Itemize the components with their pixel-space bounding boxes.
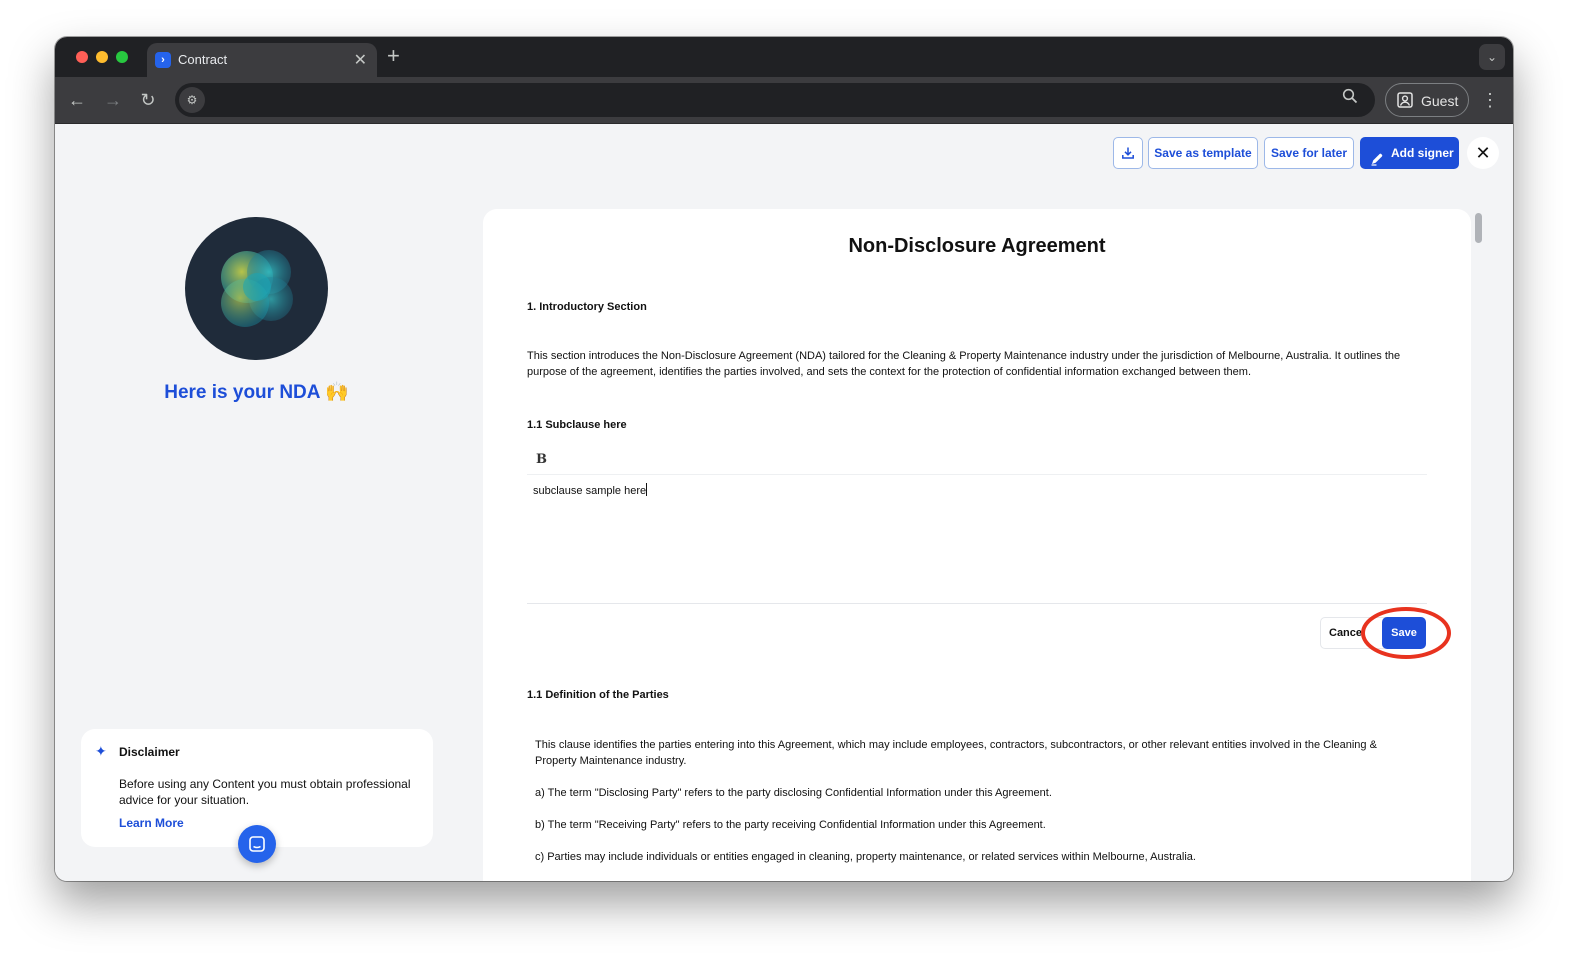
chat-icon — [249, 836, 265, 852]
tab-title: Contract — [178, 52, 228, 67]
browser-menu-icon[interactable]: ⋮ — [1481, 87, 1499, 113]
save-as-template-button[interactable]: Save as template — [1148, 137, 1258, 169]
tab-strip: › Contract ✕ + ⌄ — [55, 37, 1513, 77]
maximize-window-button[interactable] — [116, 51, 128, 63]
nda-heading: Here is your NDA 🙌 — [164, 382, 349, 403]
zoom-search-icon[interactable] — [1342, 88, 1358, 109]
learn-more-link[interactable]: Learn More — [119, 816, 184, 830]
document-scrollbar[interactable] — [1473, 209, 1485, 881]
close-tab-icon[interactable]: ✕ — [354, 50, 367, 70]
reload-button[interactable]: ↻ — [137, 89, 159, 111]
document-title: Non-Disclosure Agreement — [848, 235, 1106, 257]
close-icon[interactable]: ✕ — [1467, 137, 1499, 169]
tab-contract[interactable]: › Contract ✕ — [147, 43, 377, 77]
profile-button[interactable]: Guest — [1385, 83, 1469, 117]
save-highlight-annotation — [1361, 607, 1451, 659]
add-signer-button[interactable]: Add signer — [1360, 137, 1459, 169]
forward-button[interactable]: → — [102, 89, 124, 111]
editor-toolbar-divider — [527, 474, 1427, 475]
section-body-introductory: This section introduces the Non-Disclosu… — [527, 350, 1401, 378]
definition-item-a: a) The term "Disclosing Party" refers to… — [535, 787, 1052, 799]
download-button[interactable] — [1113, 137, 1143, 169]
text-cursor — [646, 483, 648, 496]
add-signer-label: Add signer — [1391, 146, 1454, 160]
editor-bottom-border — [527, 603, 1427, 604]
address-bar[interactable]: ⚙ — [175, 83, 1375, 117]
scrollbar-thumb[interactable] — [1475, 213, 1482, 243]
subclause-heading: 1.1 Subclause here — [527, 419, 627, 431]
new-tab-button[interactable]: + — [387, 44, 400, 68]
browser-window: › Contract ✕ + ⌄ ← → ↻ ⚙ Guest ⋮ Save as… — [55, 37, 1513, 881]
document-card: Non-Disclosure Agreement 1. Introductory… — [483, 209, 1471, 881]
web-page: Save as template Save for later Add sign… — [55, 124, 1513, 881]
ai-assistant-avatar — [185, 217, 328, 360]
bold-format-button[interactable]: B — [536, 452, 547, 467]
tab-search-button[interactable]: ⌄ — [1479, 44, 1505, 70]
definition-item-b: b) The term "Receiving Party" refers to … — [535, 819, 1046, 831]
download-icon — [1122, 147, 1134, 159]
definition-body: This clause identifies the parties enter… — [535, 739, 1377, 767]
chat-widget-button[interactable] — [238, 825, 276, 863]
disclaimer-body: Before using any Content you must obtain… — [119, 777, 411, 807]
profile-icon — [1396, 91, 1414, 112]
app-logo-icon: › — [155, 52, 171, 68]
sparkle-icon: ✦ — [95, 743, 107, 759]
definition-item-c: c) Parties may include individuals or en… — [535, 851, 1196, 863]
disclaimer-title: Disclaimer — [119, 745, 180, 759]
back-button[interactable]: ← — [66, 89, 88, 111]
signature-pen-icon — [1370, 146, 1384, 178]
browser-toolbar: ← → ↻ ⚙ Guest ⋮ — [55, 77, 1513, 124]
raised-hands-icon: 🙌 — [325, 382, 349, 403]
save-for-later-button[interactable]: Save for later — [1264, 137, 1354, 169]
profile-label: Guest — [1421, 93, 1459, 109]
close-window-button[interactable] — [76, 51, 88, 63]
minimize-window-button[interactable] — [96, 51, 108, 63]
site-info-icon[interactable]: ⚙ — [179, 87, 205, 113]
subclause-editor-input[interactable]: subclause sample here — [533, 483, 648, 497]
definition-heading: 1.1 Definition of the Parties — [527, 689, 669, 701]
section-heading-introductory: 1. Introductory Section — [527, 301, 647, 313]
